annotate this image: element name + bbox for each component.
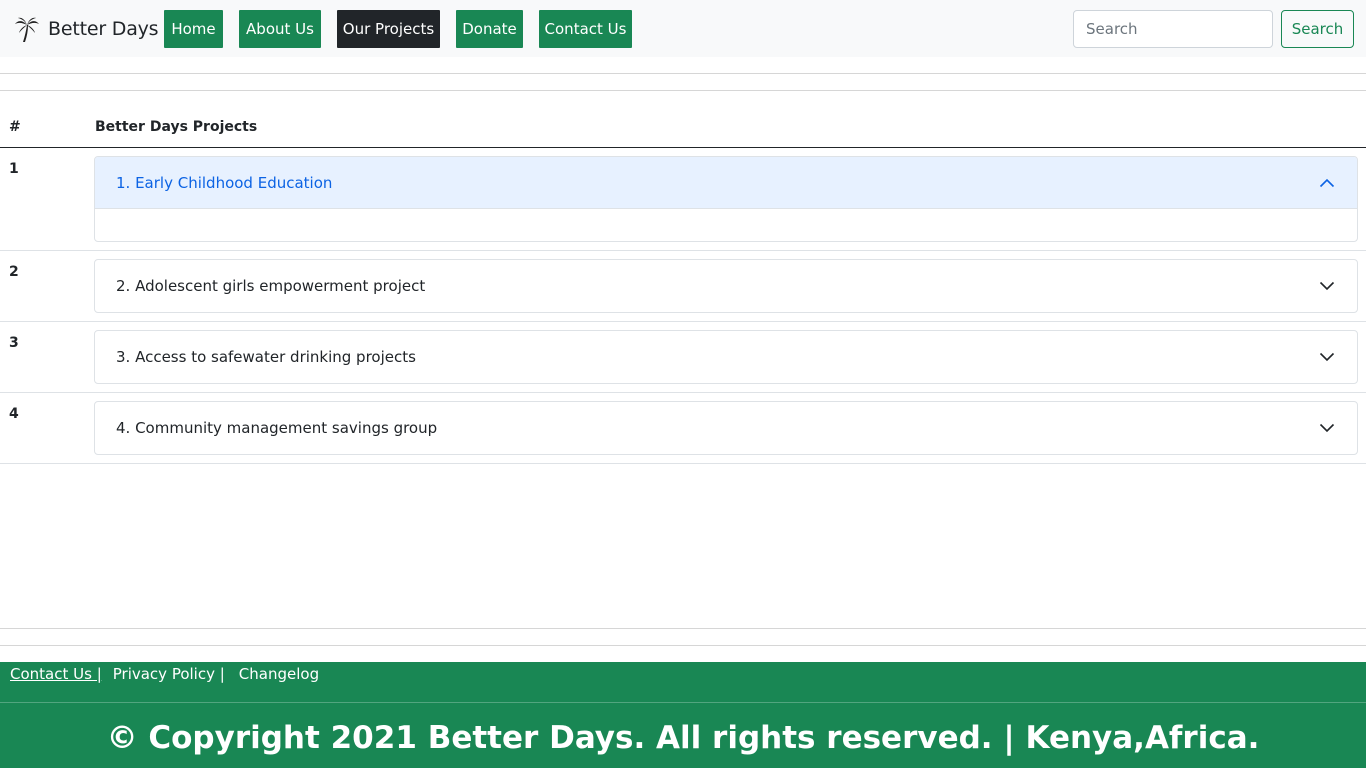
table-header-divider	[0, 147, 1366, 148]
accordion-body	[95, 209, 1357, 241]
accordion-header[interactable]: 3. Access to safewater drinking projects	[95, 331, 1357, 383]
accordion-item: 4. Community management savings group	[94, 401, 1358, 455]
footer: Contact Us | Privacy Policy | Changelog …	[0, 662, 1366, 768]
footer-contact-us-link[interactable]: Contact Us |	[10, 665, 102, 683]
brand-name: Better Days	[48, 18, 159, 40]
copyright-text: © Copyright 2021 Better Days. All rights…	[106, 720, 1260, 756]
chevron-down-icon	[1319, 281, 1335, 291]
row-number: 3	[9, 335, 19, 351]
accordion-title: 1. Early Childhood Education	[116, 173, 333, 192]
accordion-title: 2. Adolescent girls empowerment project	[116, 277, 426, 295]
nav-our-projects-button[interactable]: Our Projects	[337, 10, 440, 48]
nav-contact-us-button[interactable]: Contact Us	[539, 10, 632, 48]
row-number: 4	[9, 406, 19, 422]
table-row-divider	[0, 392, 1366, 393]
row-number: 2	[9, 264, 19, 280]
accordion-title: 4. Community management savings group	[116, 419, 438, 437]
palm-tree-icon	[14, 15, 40, 43]
table-row-divider	[0, 463, 1366, 464]
accordion-header[interactable]: 1. Early Childhood Education	[95, 157, 1357, 209]
accordion-header[interactable]: 4. Community management savings group	[95, 402, 1357, 454]
nav-about-us-button[interactable]: About Us	[239, 10, 321, 48]
table-row-divider	[0, 250, 1366, 251]
table-header-number: #	[9, 119, 21, 135]
navbar: Better Days Home About Us Our Projects D…	[0, 0, 1366, 57]
accordion-title: 3. Access to safewater drinking projects	[116, 348, 416, 366]
divider	[0, 645, 1366, 646]
row-number: 1	[9, 161, 19, 177]
chevron-up-icon	[1319, 178, 1335, 188]
accordion-item: 1. Early Childhood Education	[94, 156, 1358, 242]
search-input[interactable]	[1073, 10, 1273, 48]
accordion-header[interactable]: 2. Adolescent girls empowerment project	[95, 260, 1357, 312]
footer-divider	[0, 702, 1366, 703]
accordion-item: 3. Access to safewater drinking projects	[94, 330, 1358, 384]
divider	[0, 73, 1366, 74]
brand[interactable]: Better Days	[14, 15, 159, 43]
footer-privacy-policy-link[interactable]: Privacy Policy |	[113, 665, 225, 683]
divider	[0, 628, 1366, 629]
footer-links: Contact Us | Privacy Policy | Changelog	[10, 665, 319, 683]
accordion-item: 2. Adolescent girls empowerment project	[94, 259, 1358, 313]
table-row-divider	[0, 321, 1366, 322]
divider	[0, 90, 1366, 91]
footer-changelog-link[interactable]: Changelog	[239, 665, 319, 683]
search-button[interactable]: Search	[1281, 10, 1354, 48]
nav-donate-button[interactable]: Donate	[456, 10, 523, 48]
chevron-down-icon	[1319, 352, 1335, 362]
nav-home-button[interactable]: Home	[164, 10, 223, 48]
chevron-down-icon	[1319, 423, 1335, 433]
table-header-projects: Better Days Projects	[95, 119, 258, 135]
